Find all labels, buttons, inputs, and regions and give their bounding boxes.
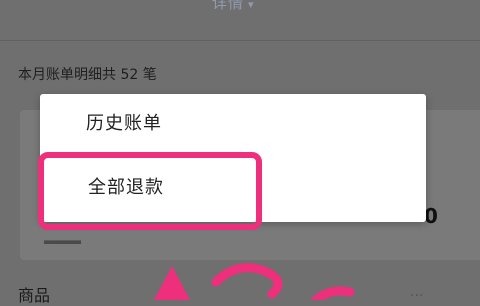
chevron-down-icon: ▾ xyxy=(248,0,255,11)
goods-value: ... xyxy=(410,284,424,300)
bill-summary-text: 本月账单明细共 52 笔 xyxy=(18,67,157,83)
details-link[interactable]: 详情 ▾ xyxy=(212,0,255,13)
details-link-label: 详情 xyxy=(212,0,245,12)
amount-fragment: 0 xyxy=(424,204,438,228)
menu-item-all-refunds[interactable]: 全部退款 xyxy=(40,164,426,212)
menu-item-label: 历史账单 xyxy=(86,113,162,134)
popup-menu: 历史账单 全部退款 xyxy=(40,94,426,222)
goods-label: 商品 xyxy=(18,286,51,305)
menu-item-label: 全部退款 xyxy=(88,177,164,198)
divider xyxy=(0,40,480,41)
menu-item-history-bills[interactable]: 历史账单 xyxy=(40,100,426,148)
row-fragment: ▂▂▂▂ xyxy=(44,230,81,244)
